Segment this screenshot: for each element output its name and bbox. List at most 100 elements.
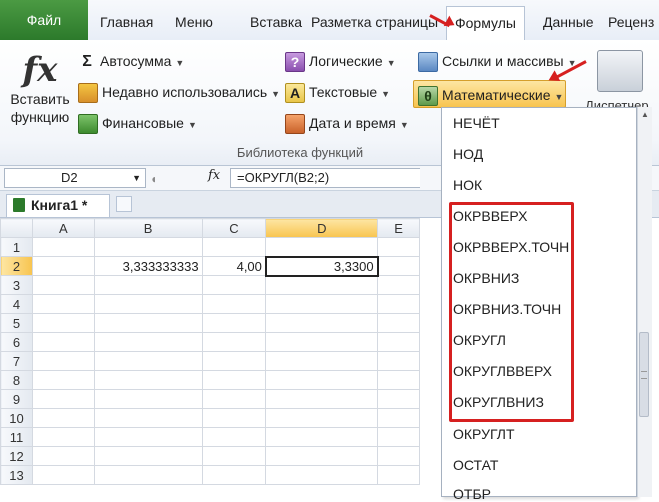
menu-item-nod[interactable]: НОД xyxy=(453,146,483,162)
row-header[interactable]: 1 xyxy=(0,237,33,257)
cell[interactable] xyxy=(31,332,95,352)
lookup-button[interactable]: Ссылки и массивы ▼ xyxy=(418,49,577,73)
cell[interactable] xyxy=(201,389,267,409)
cell[interactable] xyxy=(93,275,203,295)
cell[interactable] xyxy=(93,446,203,466)
cell[interactable] xyxy=(93,351,203,371)
cell-d1[interactable] xyxy=(265,237,379,257)
scroll-up-icon[interactable]: ▲ xyxy=(641,110,649,119)
cell[interactable] xyxy=(93,389,203,409)
autosum-button[interactable]: Σ Автосумма ▼ xyxy=(78,49,184,73)
cell[interactable] xyxy=(377,332,420,352)
menu-item-otbr[interactable]: ОТБР xyxy=(453,486,491,502)
cell[interactable] xyxy=(31,313,95,333)
cell-e2[interactable] xyxy=(377,256,420,276)
cell[interactable] xyxy=(31,294,95,314)
column-header-a[interactable]: A xyxy=(31,218,95,238)
cell[interactable] xyxy=(201,408,267,428)
cell[interactable] xyxy=(265,351,379,371)
cell[interactable] xyxy=(93,294,203,314)
insert-function-button[interactable]: fx Вставить функцию xyxy=(10,50,70,140)
cell[interactable] xyxy=(265,332,379,352)
cell[interactable] xyxy=(31,408,95,428)
cell[interactable] xyxy=(265,313,379,333)
cell[interactable] xyxy=(31,446,95,466)
cell[interactable] xyxy=(31,275,95,295)
row-header[interactable]: 8 xyxy=(0,370,33,390)
cell-c1[interactable] xyxy=(201,237,267,257)
cell[interactable] xyxy=(265,275,379,295)
row-header[interactable]: 11 xyxy=(0,427,33,447)
cell-a1[interactable] xyxy=(31,237,95,257)
row-header[interactable]: 13 xyxy=(0,465,33,485)
row-header[interactable]: 6 xyxy=(0,332,33,352)
menu-item-okruglt[interactable]: ОКРУГЛТ xyxy=(453,426,515,442)
cell[interactable] xyxy=(201,446,267,466)
cell[interactable] xyxy=(377,294,420,314)
math-functions-button[interactable]: θ Математические ▼ xyxy=(413,80,566,108)
cell[interactable] xyxy=(377,427,420,447)
row-header[interactable]: 5 xyxy=(0,313,33,333)
workbook-tab[interactable]: Книга1 * xyxy=(6,194,110,217)
cell[interactable] xyxy=(377,408,420,428)
select-all-corner[interactable] xyxy=(0,218,33,238)
financial-button[interactable]: Финансовые ▼ xyxy=(78,111,197,135)
cell[interactable] xyxy=(93,408,203,428)
row-header[interactable]: 2 xyxy=(0,256,33,276)
cell-a2[interactable] xyxy=(31,256,95,276)
text-functions-button[interactable]: A Текстовые ▼ xyxy=(285,80,390,104)
dropdown-scrollbar[interactable]: ▲ xyxy=(637,107,652,497)
recent-functions-button[interactable]: Недавно использовались ▼ xyxy=(78,80,280,104)
cell[interactable] xyxy=(201,332,267,352)
cell[interactable] xyxy=(201,465,267,485)
row-header[interactable]: 7 xyxy=(0,351,33,371)
cell[interactable] xyxy=(31,370,95,390)
cell[interactable] xyxy=(377,370,420,390)
cell[interactable] xyxy=(265,294,379,314)
cell[interactable] xyxy=(201,427,267,447)
tab-menu[interactable]: Меню xyxy=(167,6,221,39)
cell[interactable] xyxy=(93,465,203,485)
cell[interactable] xyxy=(265,465,379,485)
tab-file[interactable]: Файл xyxy=(0,0,88,40)
formula-input[interactable]: =ОКРУГЛ(B2;2) xyxy=(230,168,420,188)
tab-page-layout[interactable]: Разметка страницы xyxy=(303,6,446,39)
tab-review[interactable]: Реценз xyxy=(600,6,659,39)
chevron-down-icon[interactable]: ▼ xyxy=(132,169,141,187)
cell[interactable] xyxy=(377,313,420,333)
tab-home[interactable]: Главная xyxy=(92,6,161,39)
name-box[interactable]: D2 ▼ xyxy=(4,168,146,188)
cell[interactable] xyxy=(201,313,267,333)
cell[interactable] xyxy=(93,313,203,333)
tab-formulas[interactable]: Формулы xyxy=(446,6,525,41)
tab-insert[interactable]: Вставка xyxy=(242,6,310,39)
cell[interactable] xyxy=(201,370,267,390)
tab-data[interactable]: Данные xyxy=(535,6,602,39)
cell[interactable] xyxy=(201,275,267,295)
scrollbar-thumb[interactable] xyxy=(639,332,649,417)
cell[interactable] xyxy=(201,294,267,314)
column-header-b[interactable]: B xyxy=(93,218,203,238)
name-manager-button[interactable]: Диспетчер xyxy=(585,50,659,113)
row-header[interactable]: 3 xyxy=(0,275,33,295)
datetime-button[interactable]: Дата и время ▼ xyxy=(285,111,409,135)
logical-button[interactable]: ? Логические ▼ xyxy=(285,49,396,73)
formula-bar-handle[interactable]: ◖ xyxy=(150,172,160,186)
cell[interactable] xyxy=(93,427,203,447)
cell[interactable] xyxy=(31,465,95,485)
cell-e1[interactable] xyxy=(377,237,420,257)
menu-item-nok[interactable]: НОК xyxy=(453,177,482,193)
cell[interactable] xyxy=(265,370,379,390)
fx-icon[interactable]: fx xyxy=(208,168,220,183)
column-header-c[interactable]: C xyxy=(201,218,267,238)
cell-b2[interactable]: 3,333333333 xyxy=(93,256,203,276)
column-header-d[interactable]: D xyxy=(265,218,379,238)
menu-item-ostat[interactable]: ОСТАТ xyxy=(453,457,498,473)
cell[interactable] xyxy=(31,427,95,447)
cell[interactable] xyxy=(31,389,95,409)
cell-d2[interactable]: 3,3300 xyxy=(264,255,379,277)
cell[interactable] xyxy=(377,446,420,466)
cell[interactable] xyxy=(377,275,420,295)
menu-item-nechet[interactable]: НЕЧЁТ xyxy=(453,115,500,131)
cell[interactable] xyxy=(265,427,379,447)
